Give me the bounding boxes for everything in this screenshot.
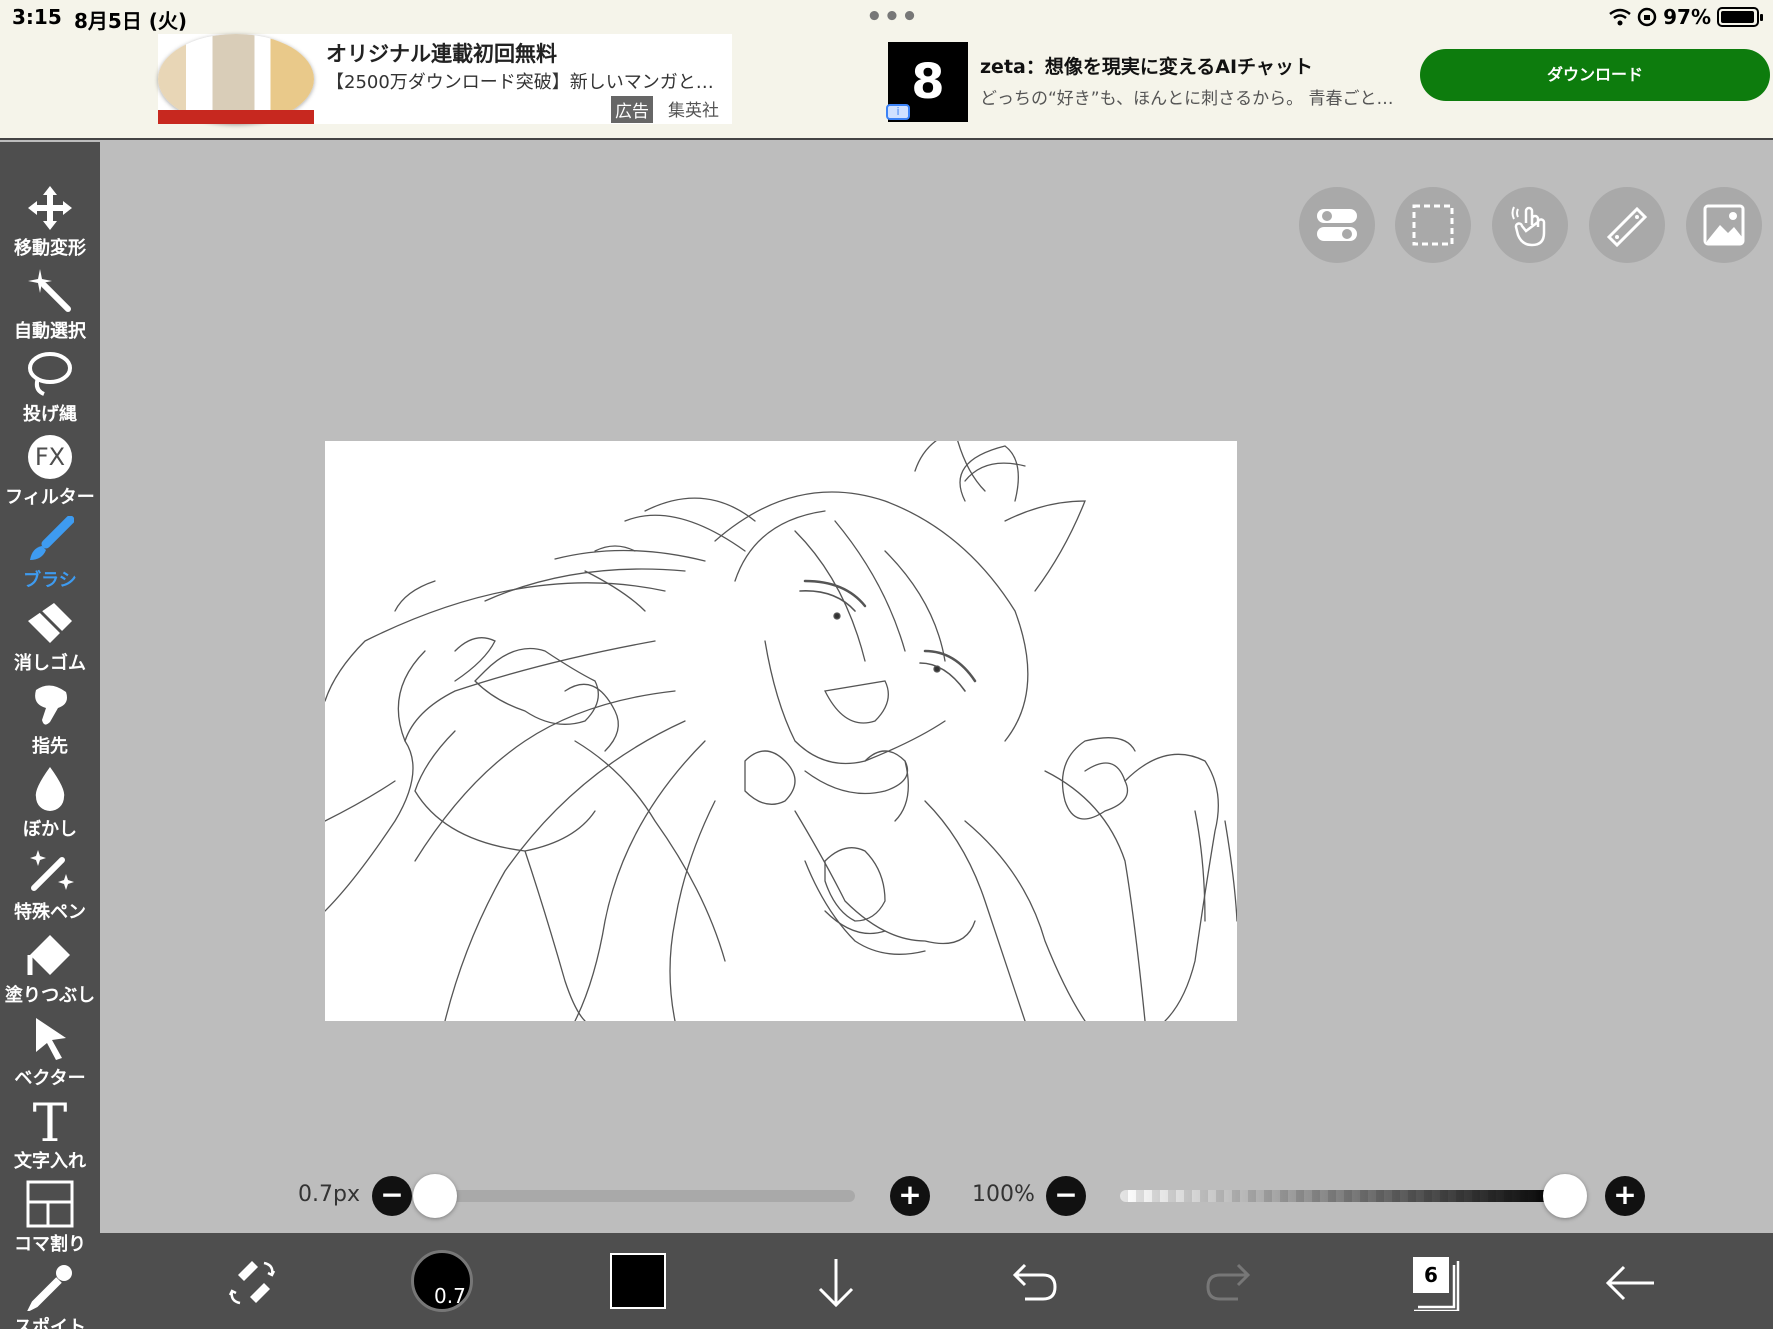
- text-icon: T: [33, 1097, 68, 1145]
- status-date: 8月5日 (火): [74, 9, 188, 33]
- ruler-button[interactable]: [1589, 187, 1665, 263]
- tool-lasso[interactable]: 投げ縄: [0, 350, 100, 432]
- ad-banner-bar: オリジナル連載初回無料 【2500万ダウンロード突破】新しいマンガと… 広告 集…: [0, 34, 1773, 140]
- tool-sidebar: 移動変形 自動選択 投げ縄 FX フィルター ブラシ 消しゴム 指先 ぼかし 特…: [0, 142, 100, 1329]
- tool-brush[interactable]: ブラシ: [0, 516, 100, 598]
- opacity-slider[interactable]: [1120, 1174, 1587, 1218]
- tool-text[interactable]: T 文字入れ: [0, 1097, 100, 1179]
- tool-label: 自動選択: [14, 321, 86, 342]
- opacity-label: 100%: [972, 1182, 1035, 1207]
- eraser-icon: [28, 603, 72, 643]
- wifi-icon: [1609, 8, 1631, 26]
- download-button[interactable]: ダウンロード: [1420, 49, 1770, 101]
- settings-toggle-button[interactable]: [1299, 187, 1375, 263]
- tool-special-pen[interactable]: 特殊ペン: [0, 848, 100, 930]
- ad-manga-description: 【2500万ダウンロード突破】新しいマンガと…: [326, 72, 714, 93]
- battery-fill: [1721, 11, 1754, 23]
- ad-tag: 広告: [611, 96, 653, 123]
- svg-text:T: T: [33, 1097, 68, 1145]
- ruler-icon: [1606, 206, 1648, 247]
- back-arrow-icon[interactable]: [1600, 1253, 1660, 1313]
- tool-label: フィルター: [5, 487, 95, 508]
- selection-button[interactable]: [1395, 187, 1471, 263]
- layer-count-value: 6: [1413, 1257, 1449, 1293]
- brush-size-decrease-button[interactable]: −: [372, 1176, 412, 1216]
- ad-info-icon[interactable]: i: [886, 104, 910, 120]
- finger-smudge-icon: [35, 685, 67, 725]
- tool-finger[interactable]: 指先: [0, 682, 100, 764]
- download-arrow-icon[interactable]: [806, 1253, 866, 1313]
- bottom-toolbar: 0.7 6: [100, 1233, 1773, 1329]
- layers-button[interactable]: 6: [1406, 1253, 1462, 1311]
- ad-zeta[interactable]: 8 i zeta：想像を現実に変えるAIチャット どっちの“好き”も、ほんとに刺…: [886, 42, 1773, 122]
- brush-icon: [30, 516, 74, 560]
- tool-label: 指先: [32, 736, 68, 757]
- status-bar: 3:15 8月5日 (火) ••• 97%: [0, 0, 1773, 34]
- status-time: 3:15: [12, 5, 62, 29]
- tool-label: ブラシ: [23, 570, 77, 591]
- tool-filter[interactable]: FX フィルター: [0, 433, 100, 515]
- material-image-button[interactable]: [1686, 187, 1762, 263]
- lasso-icon: [28, 352, 72, 396]
- tool-auto-select[interactable]: 自動選択: [0, 267, 100, 349]
- tool-fill[interactable]: 塗りつぶし: [0, 931, 100, 1013]
- selection-dashed-icon: [1412, 204, 1454, 246]
- ad-zeta-title: zeta：想像を現実に変えるAIチャット: [980, 56, 1313, 78]
- fx-icon: FX: [28, 435, 72, 479]
- tool-vector[interactable]: ベクター: [0, 1014, 100, 1096]
- tool-label: ぼかし: [23, 819, 77, 840]
- tool-label: 消しゴム: [14, 653, 86, 674]
- svg-text:FX: FX: [35, 443, 65, 471]
- undo-icon[interactable]: [1003, 1253, 1063, 1313]
- ad-zeta-description: どっちの“好き”も、ほんとに刺さるから。 青春ごと…: [980, 89, 1394, 109]
- fill-bucket-icon: [27, 935, 70, 975]
- brush-size-label: 0.7px: [298, 1182, 360, 1207]
- brush-size-preview[interactable]: 0.7: [411, 1250, 473, 1312]
- status-right: 97%: [1609, 5, 1763, 29]
- drawing-canvas[interactable]: [325, 441, 1237, 1021]
- battery-icon: [1717, 7, 1763, 27]
- ad-manga[interactable]: オリジナル連載初回無料 【2500万ダウンロード突破】新しいマンガと… 広告 集…: [158, 34, 732, 124]
- brush-size-increase-button[interactable]: +: [890, 1176, 930, 1216]
- tool-label: ベクター: [14, 1068, 86, 1089]
- image-icon: [1703, 204, 1745, 246]
- multitask-dots-icon[interactable]: •••: [866, 2, 919, 32]
- ad-publisher: 集英社: [668, 101, 719, 121]
- orientation-lock-icon: [1637, 7, 1657, 27]
- sketch-artwork: [325, 441, 1237, 1021]
- brush-size-value: 0.7: [434, 1284, 466, 1308]
- opacity-increase-button[interactable]: +: [1605, 1176, 1645, 1216]
- brush-slider-row: 0.7px − + 100% − +: [0, 1170, 1773, 1222]
- tool-label: スポイト: [14, 1317, 86, 1329]
- magic-wand-icon: [28, 269, 71, 312]
- swap-brush-eraser-icon[interactable]: [222, 1253, 282, 1313]
- tool-label: 移動変形: [14, 238, 86, 259]
- tool-label: 投げ縄: [23, 404, 77, 425]
- opacity-slider-thumb[interactable]: [1543, 1174, 1587, 1218]
- brush-size-slider[interactable]: [413, 1174, 855, 1218]
- redo-icon[interactable]: [1200, 1253, 1260, 1313]
- tool-blur[interactable]: ぼかし: [0, 765, 100, 847]
- hand-touch-icon: [1511, 206, 1546, 247]
- blur-drop-icon: [35, 767, 65, 811]
- tool-move-transform[interactable]: 移動変形: [0, 184, 100, 266]
- tool-label: コマ割り: [14, 1234, 86, 1255]
- eyedropper-icon: [27, 1265, 72, 1311]
- toggle-switch-icon: [1317, 209, 1357, 241]
- special-pen-icon: [30, 850, 74, 891]
- move-arrows-icon: [28, 186, 72, 230]
- touch-gesture-button[interactable]: [1492, 187, 1568, 263]
- opacity-decrease-button[interactable]: −: [1046, 1176, 1086, 1216]
- app-screen: 3:15 8月5日 (火) ••• 97% オリジナル連載初回無料 【2500万…: [0, 0, 1773, 1329]
- color-swatch[interactable]: [610, 1253, 666, 1309]
- brush-size-slider-thumb[interactable]: [413, 1174, 457, 1218]
- tool-eraser[interactable]: 消しゴム: [0, 599, 100, 681]
- battery-percent: 97%: [1663, 5, 1711, 29]
- vector-cursor-icon: [36, 1018, 66, 1060]
- tool-label: 特殊ペン: [14, 902, 86, 923]
- ad-manga-title: オリジナル連載初回無料: [326, 42, 557, 66]
- ad-manga-thumbnail: [158, 34, 314, 124]
- tool-eyedropper[interactable]: スポイト: [0, 1263, 100, 1329]
- tool-label: 塗りつぶし: [4, 985, 96, 1006]
